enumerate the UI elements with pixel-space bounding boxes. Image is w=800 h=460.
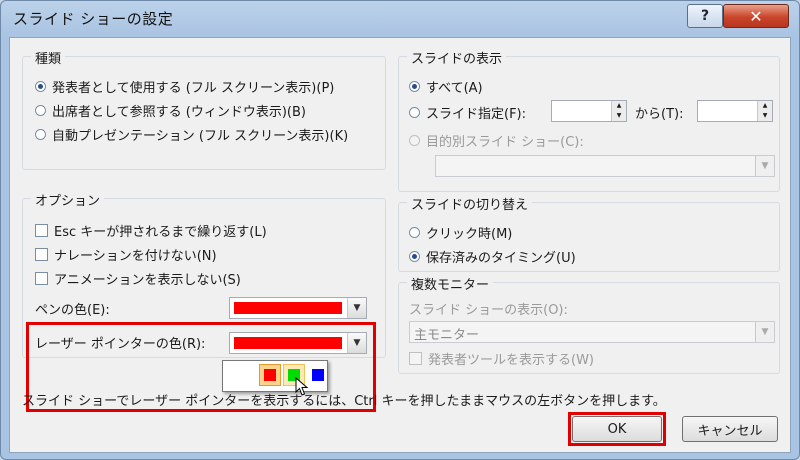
check-no-narration-label: ナレーションを付けない(N) <box>54 249 217 264</box>
radio-kiosk[interactable]: 自動プレゼンテーション (フル スクリーン表示)(K) <box>35 125 348 144</box>
check-loop[interactable]: Esc キーが押されるまで繰り返す(L) <box>35 221 267 240</box>
chevron-down-icon[interactable]: ▼ <box>755 322 774 342</box>
pen-color-dropdown[interactable]: ▼ <box>229 297 367 319</box>
spinner-arrows-icon[interactable]: ▲ ▼ <box>611 101 626 121</box>
to-slide-spinner[interactable]: ▲ ▼ <box>697 100 773 122</box>
radio-all-slides[interactable]: すべて(A) <box>409 77 483 96</box>
laser-pointer-hint: スライド ショーでレーザー ポインターを表示するには、Ctrl キーを押したまま… <box>22 394 666 409</box>
show-on-dropdown[interactable]: 主モニター ▼ <box>409 321 775 343</box>
check-presenter-view-label: 発表者ツールを表示する(W) <box>428 353 594 368</box>
to-label: から(T): <box>635 107 684 122</box>
advance-slides-legend: スライドの切り替え <box>407 194 533 213</box>
radio-presenter-label: 発表者として使用する (フル スクリーン表示)(P) <box>52 81 335 96</box>
radio-timings-label: 保存済みのタイミング(U) <box>426 251 576 266</box>
radio-attendee-indicator[interactable] <box>35 105 46 116</box>
chevron-down-icon[interactable]: ▼ <box>755 156 774 176</box>
check-no-animation-label: アニメーションを表示しない(S) <box>54 273 241 288</box>
radio-manual-indicator[interactable] <box>409 227 420 238</box>
close-button[interactable]: ✕ <box>723 4 789 28</box>
show-type-legend: 種類 <box>31 48 66 67</box>
radio-presenter-indicator[interactable] <box>35 81 46 92</box>
check-no-animation-box[interactable] <box>35 272 48 285</box>
radio-attendee-label: 出席者として参照する (ウィンドウ表示)(B) <box>52 105 306 120</box>
spinner-arrows-icon[interactable]: ▲ ▼ <box>757 101 772 121</box>
slide-show-settings-dialog: スライド ショーの設定 ? ✕ 種類 発表者として使用する (フル スクリーン表… <box>0 0 800 460</box>
show-type-group: 種類 発表者として使用する (フル スクリーン表示)(P) 出席者として参照する… <box>22 48 386 170</box>
custom-show-dropdown[interactable]: ▼ <box>435 155 775 177</box>
advance-slides-group: スライドの切り替え クリック時(M) 保存済みのタイミング(U) <box>398 194 780 272</box>
radio-custom-show[interactable]: 目的別スライド ショー(C): <box>409 131 584 150</box>
radio-slide-range[interactable]: スライド指定(F): <box>409 103 526 122</box>
title-bar[interactable]: スライド ショーの設定 ? ✕ <box>1 1 799 37</box>
close-icon: ✕ <box>749 6 763 26</box>
dialog-body: 種類 発表者として使用する (フル スクリーン表示)(P) 出席者として参照する… <box>9 37 791 453</box>
radio-timings-indicator[interactable] <box>409 251 420 262</box>
chevron-down-icon[interactable]: ▼ <box>347 298 366 318</box>
multiple-monitors-legend: 複数モニター <box>407 274 494 293</box>
radio-attendee[interactable]: 出席者として参照する (ウィンドウ表示)(B) <box>35 101 306 120</box>
check-loop-label: Esc キーが押されるまで繰り返す(L) <box>54 225 267 240</box>
radio-kiosk-label: 自動プレゼンテーション (フル スクリーン表示)(K) <box>52 129 349 144</box>
radio-all-slides-indicator[interactable] <box>409 81 420 92</box>
help-button[interactable]: ? <box>687 4 723 28</box>
radio-kiosk-indicator[interactable] <box>35 129 46 140</box>
radio-custom-show-label: 目的別スライド ショー(C): <box>426 135 584 150</box>
cancel-button-label: キャンセル <box>697 423 763 439</box>
radio-slide-range-label: スライド指定(F): <box>426 107 527 122</box>
options-legend: オプション <box>31 190 105 209</box>
show-slides-legend: スライドの表示 <box>407 48 507 67</box>
help-icon: ? <box>700 8 710 24</box>
check-presenter-view[interactable]: 発表者ツールを表示する(W) <box>409 349 594 368</box>
show-on-label: スライド ショーの表示(O): <box>409 303 568 318</box>
radio-timings[interactable]: 保存済みのタイミング(U) <box>409 247 576 266</box>
check-no-narration[interactable]: ナレーションを付けない(N) <box>35 245 217 264</box>
radio-presenter[interactable]: 発表者として使用する (フル スクリーン表示)(P) <box>35 77 334 96</box>
check-no-animation[interactable]: アニメーションを表示しない(S) <box>35 269 241 288</box>
check-no-narration-box[interactable] <box>35 248 48 261</box>
check-loop-box[interactable] <box>35 224 48 237</box>
radio-manual-label: クリック時(M) <box>426 227 513 242</box>
check-presenter-view-box[interactable] <box>409 352 422 365</box>
highlight-frame-ok <box>568 412 666 446</box>
show-slides-group: スライドの表示 すべて(A) スライド指定(F): ▲ ▼ から(T): ▲ ▼ 目… <box>398 48 780 192</box>
pen-color-label: ペンの色(E): <box>35 303 110 318</box>
dialog-title: スライド ショーの設定 <box>13 10 174 28</box>
pen-color-swatch <box>234 302 342 314</box>
radio-manual[interactable]: クリック時(M) <box>409 223 512 242</box>
show-on-value: 主モニター <box>414 328 480 343</box>
multiple-monitors-group: 複数モニター スライド ショーの表示(O): 主モニター ▼ 発表者ツールを表示… <box>398 274 780 374</box>
from-slide-spinner[interactable]: ▲ ▼ <box>551 100 627 122</box>
radio-all-slides-label: すべて(A) <box>426 81 483 96</box>
cancel-button[interactable]: キャンセル <box>682 416 778 442</box>
radio-custom-show-indicator[interactable] <box>409 135 420 146</box>
radio-slide-range-indicator[interactable] <box>409 107 420 118</box>
